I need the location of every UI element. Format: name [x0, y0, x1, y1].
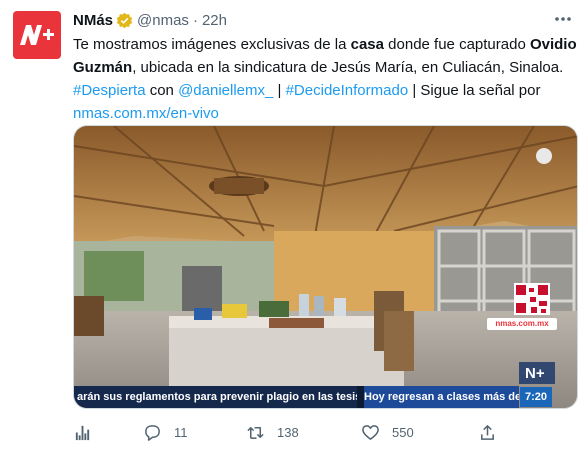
like-count: 550 — [392, 424, 414, 440]
retweet-icon — [247, 426, 264, 439]
qr-code-icon — [516, 285, 548, 313]
news-ticker-right: Hoy regresan a clases más de 2 — [364, 391, 519, 403]
tweet-text-part: | Sigue la señal por — [408, 82, 541, 99]
hashtag-decideinformado[interactable]: #DecideInformado — [286, 82, 409, 99]
watermark-url: nmas.com.mx — [487, 318, 557, 330]
display-name[interactable]: NMás — [73, 12, 113, 29]
mention-daniellemx[interactable]: @daniellemx_ — [178, 82, 273, 99]
tweet-text: Te mostramos imágenes exclusivas de la c… — [73, 33, 578, 125]
tweet-image[interactable]: N+ nmas.com.mx arán sus reglamentos para… — [73, 125, 578, 409]
retweet-button[interactable]: 138 — [246, 420, 299, 444]
more-options-button[interactable] — [552, 9, 574, 29]
tweet-header: NMás @nmas · 22h — [73, 10, 227, 30]
reply-button[interactable]: 11 — [143, 420, 188, 444]
tweet-actions: 11 138 550 — [73, 420, 578, 444]
share-icon — [481, 424, 494, 440]
tweet[interactable]: NMás @nmas · 22h Te mostramos imágenes e… — [0, 0, 588, 457]
handle[interactable]: @nmas — [137, 12, 189, 29]
verified-badge-icon — [116, 12, 133, 28]
tweet-text-part: | — [273, 82, 286, 99]
broadcast-clock: 7:20 — [520, 387, 552, 407]
qr-code — [514, 283, 550, 315]
channel-logo: N+ — [525, 365, 545, 382]
timestamp[interactable]: 22h — [202, 12, 227, 29]
tweet-text-part: Te mostramos imágenes exclusivas de la — [73, 36, 351, 53]
share-button[interactable] — [478, 420, 497, 444]
like-button[interactable]: 550 — [361, 420, 414, 444]
news-ticker-left: arán sus reglamentos para prevenir plagi… — [77, 391, 357, 403]
analytics-button[interactable] — [73, 420, 92, 444]
reply-icon — [145, 424, 160, 441]
retweet-count: 138 — [277, 424, 299, 440]
heart-icon — [362, 424, 379, 440]
hashtag-despierta[interactable]: #Despierta — [73, 82, 146, 99]
live-link[interactable]: nmas.com.mx/en-vivo — [73, 105, 219, 122]
tweet-text-part: , ubicada en la sindicatura de Jesús Mar… — [132, 59, 564, 76]
more-dots-icon — [555, 17, 571, 21]
nmas-logo-icon — [20, 25, 54, 45]
tweet-text-part: con — [145, 82, 179, 99]
tweet-text-part: donde fue capturado — [384, 36, 530, 53]
separator-dot: · — [192, 11, 198, 29]
reply-count: 11 — [174, 424, 188, 440]
avatar[interactable] — [13, 11, 61, 59]
analytics-icon — [75, 425, 90, 440]
house-interior-image: N+ — [74, 126, 577, 408]
tweet-text-bold: casa — [350, 36, 384, 53]
